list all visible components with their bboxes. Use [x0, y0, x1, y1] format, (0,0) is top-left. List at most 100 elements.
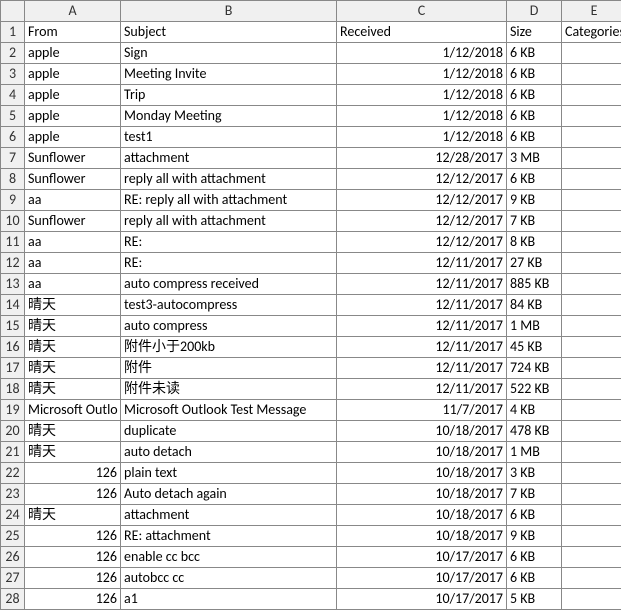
row-header[interactable]: 8 [1, 169, 25, 190]
cell-subject[interactable]: reply all with attachment [121, 169, 337, 190]
row-header[interactable]: 1 [1, 22, 25, 43]
cell-subject[interactable]: Monday Meeting [121, 106, 337, 127]
cell-categories[interactable] [562, 253, 621, 274]
cell-subject[interactable]: 附件小于200kb [121, 337, 337, 358]
cell-from[interactable]: apple [25, 127, 121, 148]
spreadsheet-grid[interactable]: A B C D E 1FromSubjectReceivedSizeCatego… [0, 0, 621, 610]
cell-categories[interactable] [562, 358, 621, 379]
cell-categories[interactable] [562, 169, 621, 190]
cell-size[interactable]: 478 KB [507, 421, 562, 442]
cell-from[interactable]: 126 [25, 568, 121, 589]
cell-size[interactable]: 8 KB [507, 232, 562, 253]
cell-from[interactable]: aa [25, 253, 121, 274]
row-header[interactable]: 26 [1, 547, 25, 568]
row-header[interactable]: 10 [1, 211, 25, 232]
cell-subject[interactable]: Trip [121, 85, 337, 106]
cell-categories[interactable] [562, 589, 621, 610]
row-header[interactable]: 25 [1, 526, 25, 547]
cell-size[interactable]: 724 KB [507, 358, 562, 379]
cell-categories[interactable] [562, 190, 621, 211]
col-header-e[interactable]: E [562, 1, 621, 22]
cell-categories[interactable] [562, 547, 621, 568]
cell-received[interactable]: 12/11/2017 [337, 337, 507, 358]
cell-categories[interactable] [562, 85, 621, 106]
row-header[interactable]: 9 [1, 190, 25, 211]
cell-size[interactable]: 6 KB [507, 568, 562, 589]
cell-received[interactable]: 10/17/2017 [337, 568, 507, 589]
cell-received[interactable]: 1/12/2018 [337, 127, 507, 148]
cell-from[interactable]: Sunflower [25, 211, 121, 232]
cell-size[interactable]: Size [507, 22, 562, 43]
cell-from[interactable]: 126 [25, 526, 121, 547]
cell-size[interactable]: 1 MB [507, 442, 562, 463]
row-header[interactable]: 20 [1, 421, 25, 442]
cell-from[interactable]: aa [25, 232, 121, 253]
cell-size[interactable]: 1 MB [507, 316, 562, 337]
cell-subject[interactable]: 附件未读 [121, 379, 337, 400]
cell-categories[interactable] [562, 442, 621, 463]
cell-from[interactable]: apple [25, 85, 121, 106]
cell-subject[interactable]: Microsoft Outlook Test Message [121, 400, 337, 421]
cell-categories[interactable] [562, 274, 621, 295]
cell-subject[interactable]: Sign [121, 43, 337, 64]
row-header[interactable]: 3 [1, 64, 25, 85]
col-header-a[interactable]: A [25, 1, 121, 22]
row-header[interactable]: 11 [1, 232, 25, 253]
cell-size[interactable]: 9 KB [507, 526, 562, 547]
cell-size[interactable]: 7 KB [507, 484, 562, 505]
cell-categories[interactable] [562, 295, 621, 316]
col-header-d[interactable]: D [507, 1, 562, 22]
cell-from[interactable]: From [25, 22, 121, 43]
cell-categories[interactable] [562, 400, 621, 421]
cell-received[interactable]: 10/18/2017 [337, 442, 507, 463]
cell-subject[interactable]: RE: reply all with attachment [121, 190, 337, 211]
row-header[interactable]: 7 [1, 148, 25, 169]
cell-categories[interactable] [562, 379, 621, 400]
row-header[interactable]: 12 [1, 253, 25, 274]
cell-from[interactable]: apple [25, 43, 121, 64]
cell-from[interactable]: 晴天 [25, 505, 121, 526]
cell-categories[interactable] [562, 316, 621, 337]
cell-categories[interactable] [562, 421, 621, 442]
row-header[interactable]: 13 [1, 274, 25, 295]
cell-size[interactable]: 7 KB [507, 211, 562, 232]
cell-size[interactable]: 885 KB [507, 274, 562, 295]
cell-size[interactable]: 3 MB [507, 148, 562, 169]
cell-categories[interactable] [562, 232, 621, 253]
cell-from[interactable]: 126 [25, 547, 121, 568]
cell-categories[interactable] [562, 211, 621, 232]
cell-received[interactable]: 1/12/2018 [337, 64, 507, 85]
cell-subject[interactable]: test1 [121, 127, 337, 148]
cell-subject[interactable]: RE: [121, 253, 337, 274]
row-header[interactable]: 27 [1, 568, 25, 589]
cell-from[interactable]: 晴天 [25, 379, 121, 400]
select-all-corner[interactable] [1, 1, 25, 22]
row-header[interactable]: 6 [1, 127, 25, 148]
cell-from[interactable]: 126 [25, 463, 121, 484]
row-header[interactable]: 18 [1, 379, 25, 400]
cell-from[interactable]: Sunflower [25, 148, 121, 169]
row-header[interactable]: 2 [1, 43, 25, 64]
cell-subject[interactable]: enable cc bcc [121, 547, 337, 568]
row-header[interactable]: 28 [1, 589, 25, 610]
cell-received[interactable]: 1/12/2018 [337, 106, 507, 127]
row-header[interactable]: 16 [1, 337, 25, 358]
cell-from[interactable]: 晴天 [25, 337, 121, 358]
cell-received[interactable]: 12/11/2017 [337, 295, 507, 316]
cell-categories[interactable] [562, 568, 621, 589]
cell-from[interactable]: 晴天 [25, 316, 121, 337]
cell-categories[interactable] [562, 43, 621, 64]
cell-received[interactable]: 12/12/2017 [337, 232, 507, 253]
cell-received[interactable]: 12/11/2017 [337, 274, 507, 295]
cell-size[interactable]: 27 KB [507, 253, 562, 274]
cell-received[interactable]: 12/28/2017 [337, 148, 507, 169]
row-header[interactable]: 19 [1, 400, 25, 421]
cell-received[interactable]: 10/17/2017 [337, 547, 507, 568]
cell-size[interactable]: 6 KB [507, 169, 562, 190]
cell-size[interactable]: 6 KB [507, 505, 562, 526]
cell-subject[interactable]: 附件 [121, 358, 337, 379]
cell-from[interactable]: 晴天 [25, 358, 121, 379]
row-header[interactable]: 24 [1, 505, 25, 526]
cell-received[interactable]: 10/18/2017 [337, 505, 507, 526]
row-header[interactable]: 5 [1, 106, 25, 127]
